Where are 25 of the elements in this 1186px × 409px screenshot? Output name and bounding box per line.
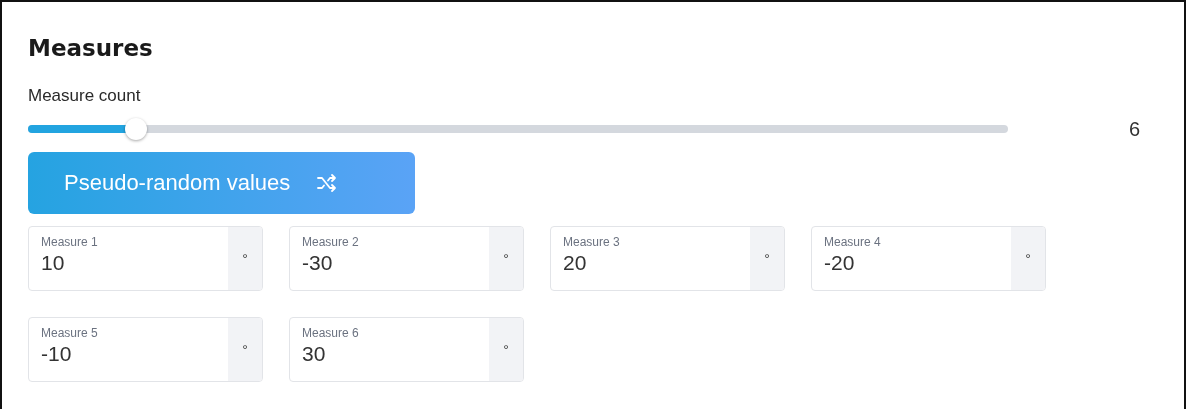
degree-unit: ° <box>228 318 262 381</box>
degree-unit: ° <box>228 227 262 290</box>
slider-thumb[interactable] <box>124 118 147 140</box>
number-field[interactable]: Measure 1 10 ° <box>28 226 263 291</box>
section-title: Measures <box>28 34 154 63</box>
number-field[interactable]: Measure 5 -10 ° <box>28 317 263 382</box>
number-field[interactable]: Measure 3 20 ° <box>550 226 785 291</box>
slider-value: 6 <box>1128 117 1140 141</box>
number-field[interactable]: Measure 6 30 ° <box>289 317 524 382</box>
field-label: Measure 3 <box>563 235 621 249</box>
field-label: Measure 4 <box>824 235 882 249</box>
slider-track[interactable] <box>28 125 1008 133</box>
shuffle-icon <box>316 173 339 193</box>
degree-unit: ° <box>750 227 784 290</box>
number-field[interactable]: Measure 4 -20 ° <box>811 226 1046 291</box>
slider[interactable] <box>28 118 1008 140</box>
field-label: Measure 5 <box>41 326 99 340</box>
number-field[interactable]: Measure 2 -30 ° <box>289 226 524 291</box>
field-label: Measure 2 <box>302 235 360 249</box>
degree-unit: ° <box>489 318 523 381</box>
degree-unit: ° <box>489 227 523 290</box>
slider-label: Measure count <box>28 86 141 106</box>
degree-unit: ° <box>1011 227 1045 290</box>
field-label: Measure 1 <box>41 235 99 249</box>
field-label: Measure 6 <box>302 326 360 340</box>
